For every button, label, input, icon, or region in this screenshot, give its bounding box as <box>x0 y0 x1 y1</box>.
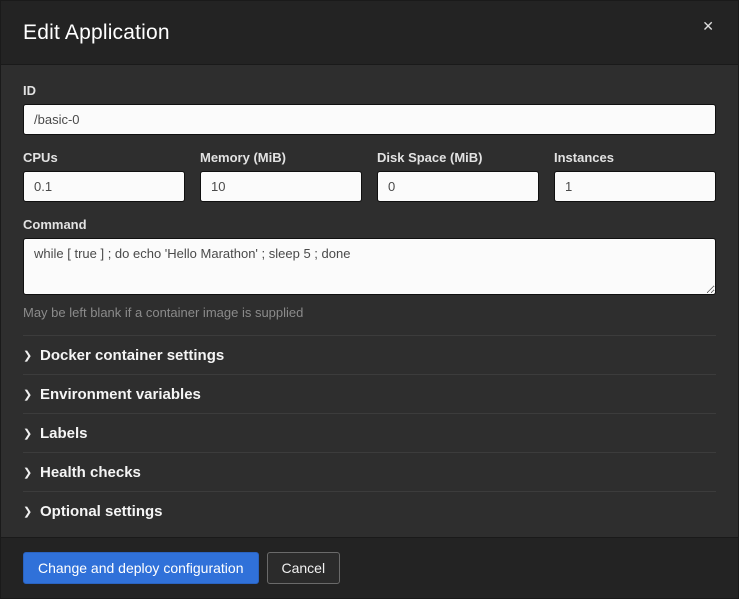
deploy-button[interactable]: Change and deploy configuration <box>23 552 259 584</box>
command-help-text: May be left blank if a container image i… <box>23 305 716 320</box>
section-health-checks[interactable]: ❯ Health checks <box>23 452 716 491</box>
command-textarea[interactable]: while [ true ] ; do echo 'Hello Marathon… <box>23 238 716 295</box>
instances-input[interactable] <box>554 171 716 202</box>
id-input[interactable] <box>23 104 716 135</box>
section-label: Health checks <box>40 464 141 481</box>
command-field-group: Command while [ true ] ; do echo 'Hello … <box>23 217 716 320</box>
section-environment-variables[interactable]: ❯ Environment variables <box>23 374 716 413</box>
modal-header: Edit Application ✕ <box>1 1 738 65</box>
disk-label: Disk Space (MiB) <box>377 150 539 165</box>
cpus-input[interactable] <box>23 171 185 202</box>
resource-fields-row: CPUs Memory (MiB) Disk Space (MiB) Insta… <box>23 150 716 202</box>
memory-input[interactable] <box>200 171 362 202</box>
edit-application-modal: Edit Application ✕ ID CPUs Memory (MiB) … <box>0 0 739 599</box>
instances-label: Instances <box>554 150 716 165</box>
modal-title: Edit Application <box>23 21 170 45</box>
id-label: ID <box>23 83 716 98</box>
modal-body: ID CPUs Memory (MiB) Disk Space (MiB) In… <box>1 65 738 537</box>
disk-input[interactable] <box>377 171 539 202</box>
section-label: Environment variables <box>40 386 201 403</box>
chevron-right-icon: ❯ <box>23 349 40 362</box>
section-docker-container-settings[interactable]: ❯ Docker container settings <box>23 335 716 374</box>
chevron-right-icon: ❯ <box>23 466 40 479</box>
accordion-sections: ❯ Docker container settings ❯ Environmen… <box>23 335 716 530</box>
modal-footer: Change and deploy configuration Cancel <box>1 537 738 598</box>
cancel-button[interactable]: Cancel <box>267 552 341 584</box>
section-label: Docker container settings <box>40 347 224 364</box>
section-label: Labels <box>40 425 88 442</box>
chevron-right-icon: ❯ <box>23 427 40 440</box>
close-icon: ✕ <box>702 18 714 34</box>
memory-field-group: Memory (MiB) <box>200 150 362 202</box>
disk-field-group: Disk Space (MiB) <box>377 150 539 202</box>
chevron-right-icon: ❯ <box>23 388 40 401</box>
section-labels[interactable]: ❯ Labels <box>23 413 716 452</box>
instances-field-group: Instances <box>554 150 716 202</box>
command-label: Command <box>23 217 716 232</box>
cpus-field-group: CPUs <box>23 150 185 202</box>
cpus-label: CPUs <box>23 150 185 165</box>
chevron-right-icon: ❯ <box>23 505 40 518</box>
id-field-group: ID <box>23 83 716 135</box>
section-optional-settings[interactable]: ❯ Optional settings <box>23 491 716 530</box>
memory-label: Memory (MiB) <box>200 150 362 165</box>
close-button[interactable]: ✕ <box>700 15 716 37</box>
section-label: Optional settings <box>40 503 163 520</box>
